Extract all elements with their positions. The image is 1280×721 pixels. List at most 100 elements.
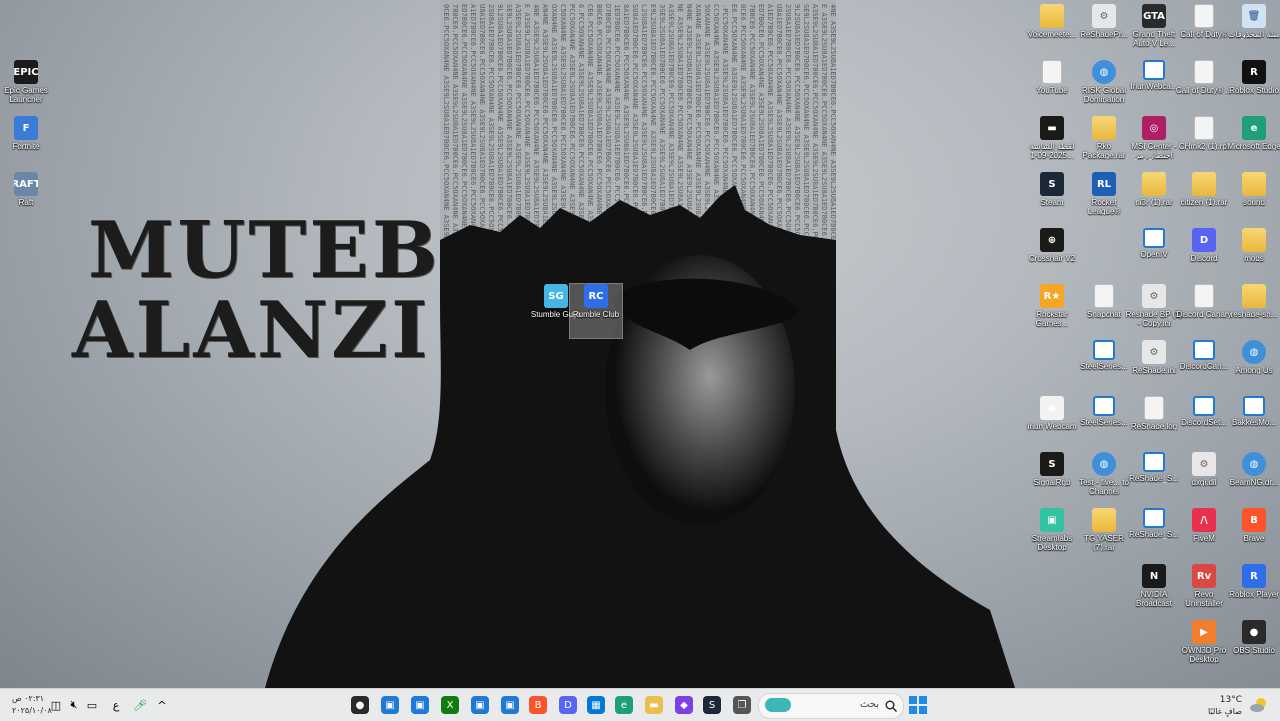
steam-taskbar-icon[interactable]: S: [700, 693, 724, 717]
explorer-taskbar-icon[interactable]: ▬: [642, 693, 666, 717]
desktop-icon[interactable]: EPIC Epic Games Launcher: [0, 60, 52, 114]
edge-taskbar-icon[interactable]: e: [612, 693, 636, 717]
desktop-icon[interactable]: sound: [1228, 172, 1280, 226]
desktop-icon[interactable]: ◍ Among Us: [1228, 340, 1280, 394]
desktop-icon[interactable]: TG YASER (7).rar: [1078, 508, 1130, 562]
start-button[interactable]: [906, 693, 930, 717]
window-taskbar-icon-2[interactable]: ▣: [408, 693, 432, 717]
desktop-icon[interactable]: SteelSeries...: [1078, 340, 1130, 394]
desktop-icon[interactable]: D Discord: [1178, 228, 1230, 282]
desktop-icon[interactable]: ⚙ ReShade.ini: [1128, 340, 1180, 394]
desktop-icon[interactable]: Call of Duty®: [1178, 4, 1230, 58]
desktop-icon[interactable]: ◍ Test - five... to Channel: [1078, 452, 1130, 506]
settings-file-icon: ⚙: [1142, 340, 1166, 364]
desktop-icon[interactable]: BakkesMo...: [1228, 396, 1280, 450]
desktop-icon[interactable]: OpenIV: [1128, 228, 1180, 282]
desktop-icon[interactable]: reshade-sh...: [1228, 284, 1280, 338]
desktop-icon[interactable]: e Microsoft Edge: [1227, 116, 1280, 170]
app-icon: Rv: [1192, 564, 1216, 588]
desktop-icon[interactable]: ● OBS Studio: [1228, 620, 1280, 674]
desktop-icon[interactable]: Discord Canary: [1176, 284, 1232, 338]
desktops-taskbar-icon[interactable]: ❐: [730, 693, 754, 717]
search-input[interactable]: بحث: [758, 693, 904, 719]
desktop-icon[interactable]: R Roblox Studio: [1228, 60, 1280, 114]
desktop-icon[interactable]: ⚙ Reshade BP (1) - Copy.ini: [1126, 284, 1182, 338]
desktop-icon[interactable]: ReShade_S...: [1128, 508, 1180, 562]
hub-taskbar-icon[interactable]: ◆: [672, 693, 696, 717]
desktop-icon[interactable]: R Roblox Player: [1228, 564, 1280, 618]
desktop-icon[interactable]: 🗑︎ سلة المحذوفات: [1228, 4, 1280, 58]
desktop-icon-label: sound: [1243, 198, 1265, 207]
desktop-icon[interactable]: F Fortnite: [0, 116, 52, 170]
desktop-icon[interactable]: ◉ Iriun Webcam: [1026, 396, 1078, 450]
file-icon: [1194, 4, 1214, 28]
desktop-icon[interactable]: ReShade_S...: [1128, 452, 1180, 506]
desktop-icon[interactable]: B Brave: [1228, 508, 1280, 562]
taskbar-app-glyph: ▣: [411, 696, 429, 714]
desktop-icon[interactable]: ◎ MSI Center - اختصار رمز: [1128, 116, 1180, 170]
desktop-icon[interactable]: ni3r (1).rar: [1128, 172, 1180, 226]
desktop-icon[interactable]: SteelSeries...: [1078, 396, 1130, 450]
window-taskbar-icon-3[interactable]: ▣: [468, 693, 492, 717]
desktop-icon[interactable]: N NVIDIA Broadcast: [1128, 564, 1180, 618]
desktop-icon[interactable]: ▶ OWN3D Pro Desktop: [1178, 620, 1230, 674]
desktop-icon[interactable]: /\ FiveM: [1178, 508, 1230, 562]
search-icon: [885, 700, 897, 712]
desktop-icon[interactable]: GTA Grand Theft Auto V Le...: [1128, 4, 1180, 58]
desktop-icon[interactable]: ⚙ dxgi.dll: [1178, 452, 1230, 506]
obs-taskbar-icon[interactable]: ●: [348, 693, 372, 717]
code-rain-column: E A3SE9L2SU8A1ED7B0CE6.PCC5OXAN4NE A3SE9…: [820, 4, 828, 257]
window-shortcut-icon: [1093, 340, 1115, 360]
folder-icon: [1092, 508, 1116, 532]
desktop-icon[interactable]: Rv Revo Uninstaller: [1178, 564, 1230, 618]
desktop-icon[interactable]: ◍ BeamNG.dr...: [1228, 452, 1280, 506]
desktop-icon-label: سلة المحذوفات: [1227, 30, 1280, 39]
desktop-icon[interactable]: RAFT Raft: [0, 172, 52, 226]
app-icon: e: [1242, 116, 1266, 140]
desktop-icon[interactable]: YouTube: [1026, 60, 1078, 114]
windows-logo-icon: [909, 696, 927, 714]
desktop-icon[interactable]: RC Rumble Club: [569, 283, 623, 339]
desktop-icon[interactable]: ReShade.log: [1128, 396, 1180, 450]
desktop-icon[interactable]: DiscordSet...: [1178, 396, 1230, 450]
desktop-icon[interactable]: CHmk2 (1).rpf: [1178, 116, 1230, 170]
desktop-icon[interactable]: ◍ RISK Global Domination: [1078, 60, 1130, 114]
brave-taskbar-icon[interactable]: B: [526, 693, 550, 717]
desktop-icon-label: BeamNG.dr...: [1229, 478, 1279, 487]
app-icon: N: [1142, 564, 1166, 588]
window-shortcut-icon: [1193, 396, 1215, 416]
desktop-icon[interactable]: ▣ Streamlabs Desktop: [1026, 508, 1078, 562]
discord-taskbar-icon[interactable]: D: [556, 693, 580, 717]
desktop-icon-label: Voicemeete...: [1027, 30, 1077, 39]
desktop-icon-label: Crosshair V2: [1028, 254, 1076, 263]
desktop-icon[interactable]: ▬ لقطة الشاشة 2025-09-1...: [1026, 116, 1078, 170]
desktop-icon[interactable]: citizen (1).rar: [1178, 172, 1230, 226]
desktop-icon[interactable]: ⚙ ReShadePr...: [1078, 4, 1130, 58]
desktop-icon[interactable]: Voicemeete...: [1026, 4, 1078, 58]
desktop-icon[interactable]: RL Rocket League®: [1078, 172, 1130, 226]
clock-time[interactable]: ٠٢:٣١ ص: [12, 694, 44, 703]
code-rain-column: A1ED7B0CE6.PCC5OXAN4NE A3SE9L2SU8A1ED7B0…: [469, 4, 477, 257]
xbox-taskbar-icon[interactable]: X: [438, 693, 462, 717]
desktop-icon[interactable]: Snapchat: [1078, 284, 1130, 338]
store-taskbar-icon[interactable]: ▦: [584, 693, 608, 717]
desktop-icon[interactable]: IriunWebca...: [1128, 60, 1180, 114]
microphone-icon[interactable]: 🎤︎: [128, 693, 152, 717]
desktop-icon[interactable]: Rko Package.rar: [1078, 116, 1130, 170]
wallpaper-name-line1: MUTEB: [88, 205, 441, 296]
desktop-icon[interactable]: S SignalRgb: [1026, 452, 1078, 506]
desktop-icon[interactable]: DiscordCan...: [1178, 340, 1230, 394]
weather-icon[interactable]: [1244, 693, 1274, 717]
clock-date[interactable]: ٢٠٢٥/١٠/٠٨: [12, 706, 52, 715]
window-shortcut-icon: [1193, 340, 1215, 360]
window-taskbar-icon-1[interactable]: ▣: [378, 693, 402, 717]
desktop-icon[interactable]: mods: [1228, 228, 1280, 282]
language-indicator[interactable]: ع: [104, 693, 128, 717]
window-taskbar-icon-4[interactable]: ▣: [498, 693, 522, 717]
desktop-icon[interactable]: Call of Duty® ...: [1176, 60, 1232, 114]
show-hidden-icons-chevron-icon[interactable]: ^: [150, 693, 174, 717]
app-icon: ▣: [1040, 508, 1064, 532]
desktop-icon[interactable]: S Steam: [1026, 172, 1078, 226]
desktop-icon[interactable]: ⊕ Crosshair V2: [1026, 228, 1078, 282]
desktop-icon[interactable]: R★ Rockstar Games...: [1026, 284, 1078, 338]
